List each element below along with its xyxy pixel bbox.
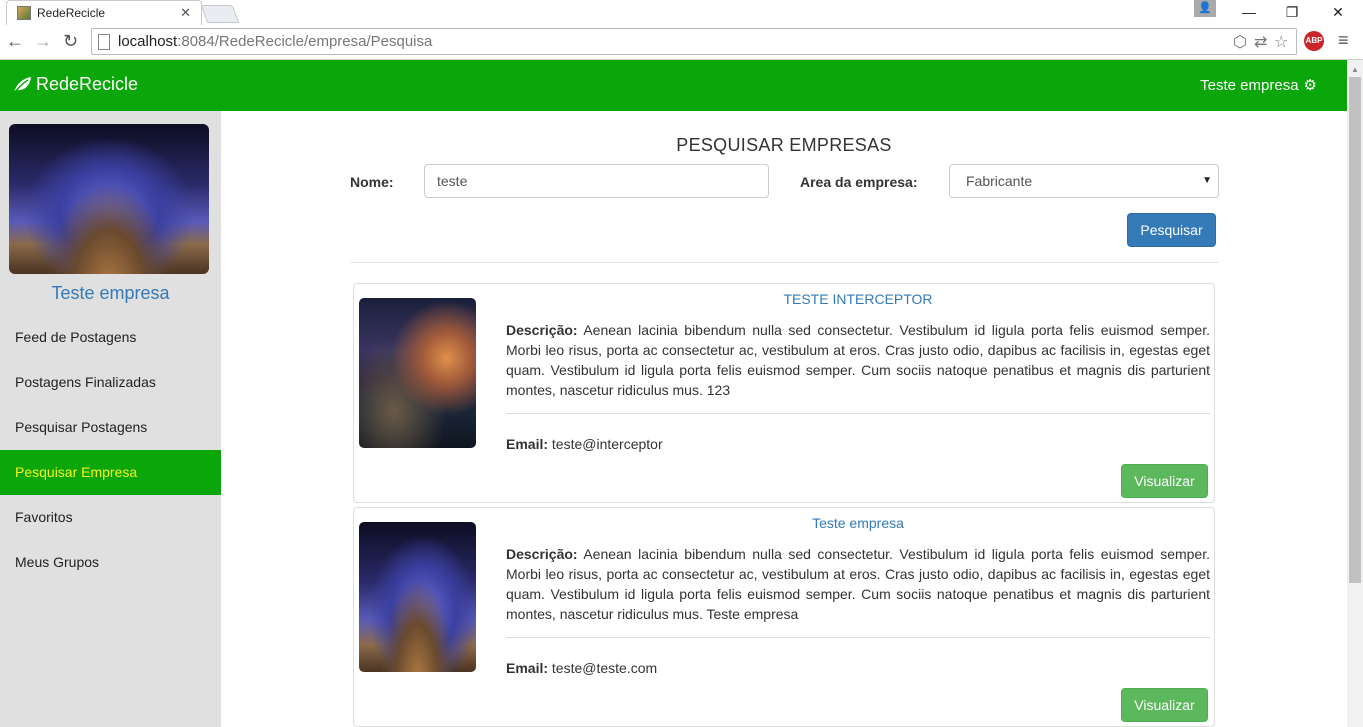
new-tab-button[interactable] [200, 5, 240, 23]
translate-icon[interactable]: ⇄ [1254, 32, 1267, 52]
area-select-value: Fabricante [966, 173, 1033, 189]
favicon-icon [17, 6, 31, 20]
browser-toolbar: ← → ↻ localhost:8084/RedeRecicle/empresa… [0, 25, 1363, 60]
bookmark-star-icon[interactable]: ☆ [1274, 32, 1288, 52]
page-title: PESQUISAR EMPRESAS [676, 135, 892, 155]
close-window-icon[interactable]: ✕ [1318, 0, 1358, 24]
sidebar-item-feed[interactable]: Feed de Postagens [0, 315, 221, 360]
sidebar-item-pesquisar-empresa[interactable]: Pesquisar Empresa [0, 450, 221, 495]
extension-cube-icon[interactable]: ⬡ [1233, 32, 1247, 52]
company-description: Descrição: Aenean lacinia bibendum nulla… [506, 546, 1210, 622]
company-image [359, 522, 476, 672]
sidebar-item-pesquisar-postagens[interactable]: Pesquisar Postagens [0, 405, 221, 450]
chevron-down-icon: ▼ [1202, 175, 1212, 186]
reload-icon[interactable]: ↻ [63, 31, 78, 52]
sidebar-menu: Feed de Postagens Postagens Finalizadas … [0, 315, 221, 585]
restore-icon[interactable]: ❐ [1272, 0, 1312, 24]
area-select[interactable]: Fabricante ▼ [949, 164, 1219, 198]
name-label: Nome: [350, 174, 394, 190]
leaf-icon [13, 76, 31, 93]
company-email: Email: teste@teste.com [506, 660, 658, 676]
tab-close-icon[interactable]: ✕ [180, 5, 191, 21]
brand-link[interactable]: RedeRecicle [12, 74, 138, 95]
back-icon[interactable]: ← [6, 31, 24, 52]
result-card: Teste empresa Descrição: Aenean lacinia … [353, 507, 1215, 727]
scroll-up-icon[interactable]: ▲ [1351, 65, 1359, 74]
app-navbar: RedeRecicle Teste empresa ⚙ [0, 60, 1347, 111]
divider [350, 262, 1219, 263]
gear-icon: ⚙ [1303, 77, 1317, 94]
brand-name: RedeRecicle [36, 74, 139, 94]
minimize-icon[interactable]: — [1229, 0, 1269, 24]
sidebar-item-meus-grupos[interactable]: Meus Grupos [0, 540, 221, 585]
company-email: Email: teste@interceptor [506, 436, 663, 452]
address-bar[interactable]: localhost:8084/RedeRecicle/empresa/Pesqu… [91, 28, 1297, 55]
view-button[interactable]: Visualizar [1121, 464, 1208, 498]
browser-tab[interactable]: RedeRecicle ✕ [6, 0, 202, 25]
adblock-icon[interactable]: ABP [1304, 31, 1324, 51]
tab-title: RedeRecicle [37, 6, 106, 20]
main-content: PESQUISAR EMPRESAS Nome: teste Area da e… [221, 111, 1347, 727]
company-name[interactable]: TESTE INTERCEPTOR [506, 291, 1210, 307]
profile-name[interactable]: Teste empresa [0, 283, 221, 304]
page-icon [98, 34, 110, 50]
result-card: TESTE INTERCEPTOR Descrição: Aenean laci… [353, 283, 1215, 503]
browser-menu-icon[interactable]: ≡ [1338, 30, 1349, 51]
search-button[interactable]: Pesquisar [1127, 213, 1216, 247]
url-text: localhost:8084/RedeRecicle/empresa/Pesqu… [118, 33, 433, 50]
card-divider [506, 413, 1210, 414]
sidebar-item-postagens-finalizadas[interactable]: Postagens Finalizadas [0, 360, 221, 405]
user-menu[interactable]: Teste empresa ⚙ [1200, 76, 1317, 95]
forward-icon[interactable]: → [34, 31, 52, 52]
sidebar: Teste empresa Feed de Postagens Postagen… [0, 111, 221, 727]
view-button[interactable]: Visualizar [1121, 688, 1208, 722]
company-description: Descrição: Aenean lacinia bibendum nulla… [506, 322, 1210, 398]
profile-icon[interactable]: 👤 [1194, 0, 1216, 17]
sidebar-item-favoritos[interactable]: Favoritos [0, 495, 221, 540]
profile-image [9, 124, 209, 274]
company-name[interactable]: Teste empresa [506, 515, 1210, 531]
name-input[interactable]: teste [424, 164, 769, 198]
user-label: Teste empresa [1200, 76, 1299, 94]
scroll-thumb[interactable] [1349, 77, 1361, 583]
page-scrollbar[interactable]: ▲ [1347, 60, 1363, 727]
card-divider [506, 637, 1210, 638]
area-label: Area da empresa: [800, 174, 918, 190]
company-image [359, 298, 476, 448]
browser-tabstrip: RedeRecicle ✕ 👤 — ❐ ✕ [0, 0, 1363, 25]
